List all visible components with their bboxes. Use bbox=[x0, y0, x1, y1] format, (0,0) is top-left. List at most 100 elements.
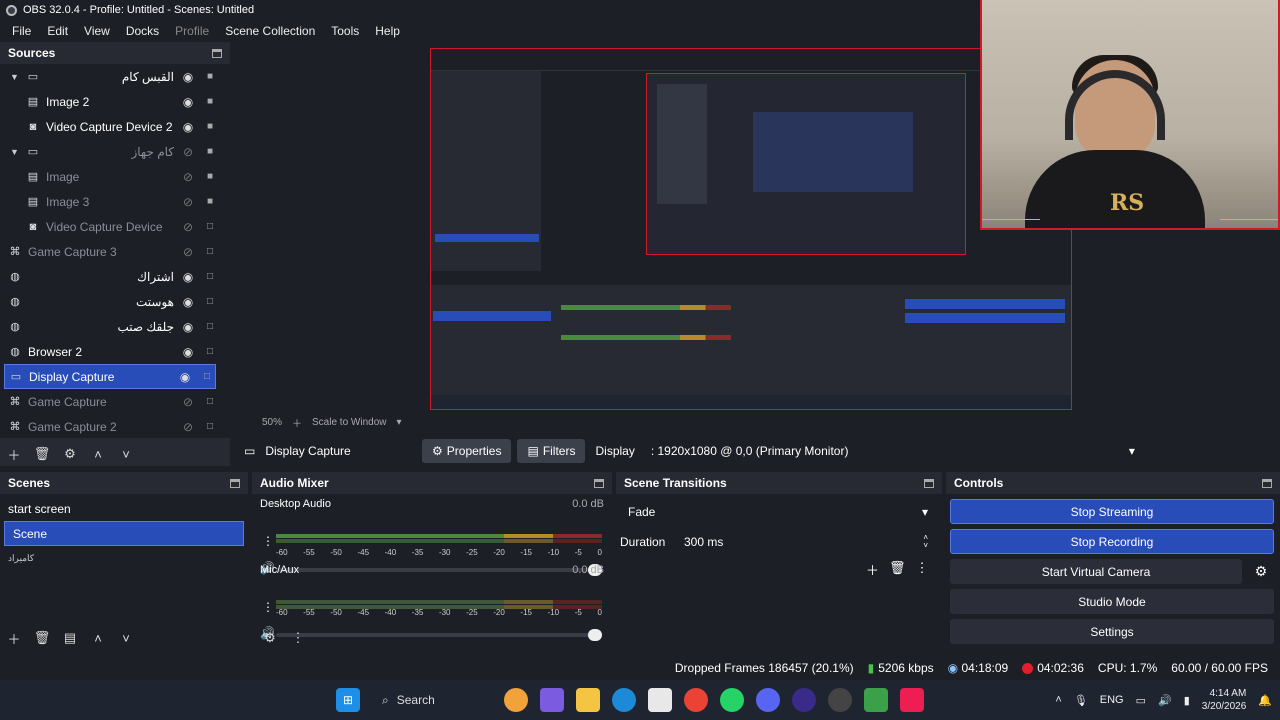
copilot-icon[interactable] bbox=[540, 688, 564, 712]
undock-icon[interactable] bbox=[230, 478, 240, 488]
source-item-image-3[interactable]: ▤ Image 3 ⊘ ■ bbox=[0, 189, 230, 214]
visibility-eye-icon[interactable]: ◉ bbox=[177, 370, 193, 384]
virtual-camera-gear-icon[interactable]: ⚙ bbox=[1248, 559, 1274, 584]
scene-item-scene[interactable]: Scene bbox=[4, 521, 244, 546]
hidden-eye-icon[interactable]: ⊘ bbox=[180, 170, 196, 184]
whatsapp-icon[interactable] bbox=[720, 688, 744, 712]
menu-scene-collection[interactable]: Scene Collection bbox=[217, 24, 323, 38]
lock-icon[interactable]: □ bbox=[202, 421, 218, 432]
hidden-eye-icon[interactable]: ⊘ bbox=[180, 395, 196, 409]
channel-menu-icon[interactable]: ⋮ bbox=[262, 534, 274, 548]
preview-canvas[interactable] bbox=[430, 48, 1072, 410]
hidden-eye-icon[interactable]: ⊘ bbox=[180, 245, 196, 259]
network-icon[interactable]: ▭ bbox=[1136, 694, 1146, 707]
lock-icon[interactable]: ■ bbox=[202, 146, 218, 157]
source-item-image[interactable]: ▤ Image ⊘ ■ bbox=[0, 164, 230, 189]
remove-scene-icon[interactable]: 🗑 bbox=[28, 630, 56, 646]
source-item-game-capture[interactable]: ⌘ Game Capture ⊘ □ bbox=[0, 389, 230, 414]
visibility-eye-icon[interactable]: ◉ bbox=[180, 345, 196, 359]
discord-icon[interactable] bbox=[756, 688, 780, 712]
chevron-down-icon[interactable]: ▾ bbox=[397, 417, 402, 428]
display-select[interactable]: : 1920x1080 @ 0,0 (Primary Monitor) ▾ bbox=[643, 439, 1143, 463]
green-app-icon[interactable] bbox=[864, 688, 888, 712]
obs-taskbar-icon[interactable] bbox=[828, 688, 852, 712]
visibility-eye-icon[interactable]: ◉ bbox=[180, 320, 196, 334]
hidden-eye-icon[interactable]: ⊘ bbox=[180, 195, 196, 209]
lock-icon[interactable]: ■ bbox=[202, 71, 218, 82]
collapse-caret-icon[interactable]: ▼ bbox=[10, 147, 20, 157]
duration-input[interactable]: 300 ms bbox=[680, 535, 923, 549]
advanced-audio-icon[interactable]: ⚙ bbox=[256, 630, 284, 646]
move-up-icon[interactable]: ˄ bbox=[84, 447, 112, 462]
menu-help[interactable]: Help bbox=[367, 24, 408, 38]
file-explorer-icon[interactable] bbox=[576, 688, 600, 712]
source-item-browser-follow[interactable]: ◍ جلقك صتب ◉ □ bbox=[0, 314, 230, 339]
undock-icon[interactable] bbox=[212, 48, 222, 58]
input-language[interactable]: ENG bbox=[1100, 694, 1124, 706]
scale-mode[interactable]: Scale to Window bbox=[312, 417, 386, 428]
microphone-icon[interactable]: 🎙 bbox=[1074, 694, 1088, 707]
mixer-menu-icon[interactable]: ⋮ bbox=[284, 630, 312, 646]
hidden-eye-icon[interactable]: ⊘ bbox=[180, 420, 196, 434]
edge-icon[interactable] bbox=[612, 688, 636, 712]
stop-recording-button[interactable]: Stop Recording bbox=[950, 529, 1274, 554]
add-scene-icon[interactable]: ＋ bbox=[0, 629, 28, 648]
move-down-icon[interactable]: ˅ bbox=[112, 447, 140, 462]
move-up-icon[interactable]: ˄ bbox=[84, 631, 112, 646]
lock-icon[interactable]: □ bbox=[202, 396, 218, 407]
undock-icon[interactable] bbox=[594, 478, 604, 488]
lock-icon[interactable]: ■ bbox=[202, 171, 218, 182]
visibility-eye-icon[interactable]: ◉ bbox=[180, 295, 196, 309]
source-item-display-capture[interactable]: ▭ Display Capture ◉ □ bbox=[4, 364, 216, 389]
volume-icon[interactable]: 🔊 bbox=[1158, 694, 1172, 707]
transition-menu-icon[interactable]: ⋮ bbox=[916, 560, 929, 579]
source-item-video-capture[interactable]: ◙ Video Capture Device ⊘ □ bbox=[0, 214, 230, 239]
source-properties-gear-icon[interactable]: ⚙ bbox=[56, 446, 84, 462]
lock-icon[interactable]: □ bbox=[202, 321, 218, 332]
taskbar-search[interactable]: ⌕ Search bbox=[372, 685, 492, 715]
store-icon[interactable] bbox=[648, 688, 672, 712]
stop-streaming-button[interactable]: Stop Streaming bbox=[950, 499, 1274, 524]
source-item-image-2[interactable]: ▤ Image 2 ◉ ■ bbox=[0, 89, 230, 114]
settings-button[interactable]: Settings bbox=[950, 619, 1274, 644]
channel-menu-icon[interactable]: ⋮ bbox=[262, 600, 274, 614]
menu-tools[interactable]: Tools bbox=[323, 24, 367, 38]
source-item-folder-2[interactable]: ▼ ▭ كام جهاز ⊘ ■ bbox=[0, 139, 230, 164]
lock-icon[interactable]: ■ bbox=[202, 196, 218, 207]
taskbar-clock[interactable]: 4:14 AM 3/20/2026 bbox=[1202, 687, 1247, 713]
lock-icon[interactable]: □ bbox=[202, 346, 218, 357]
volume-knob[interactable] bbox=[588, 629, 602, 641]
visibility-eye-icon[interactable]: ◉ bbox=[180, 120, 196, 134]
filters-button[interactable]: ▤ Filters bbox=[517, 439, 586, 463]
add-transition-icon[interactable]: ＋ bbox=[866, 560, 879, 579]
source-item-folder-1[interactable]: ▼ ▭ القبس كام ◉ ■ bbox=[0, 64, 230, 89]
lock-icon[interactable]: □ bbox=[202, 296, 218, 307]
scene-item-start-screen[interactable]: start screen bbox=[0, 496, 248, 521]
undock-icon[interactable] bbox=[1262, 478, 1272, 488]
menu-view[interactable]: View bbox=[76, 24, 118, 38]
volume-slider[interactable] bbox=[276, 629, 602, 641]
source-item-browser-host[interactable]: ◍ هوستت ◉ □ bbox=[0, 289, 230, 314]
zoom-level[interactable]: 50% bbox=[262, 417, 282, 428]
undock-icon[interactable] bbox=[924, 478, 934, 488]
widgets-icon[interactable] bbox=[504, 688, 528, 712]
lock-icon[interactable]: □ bbox=[202, 221, 218, 232]
lock-icon[interactable]: ■ bbox=[202, 121, 218, 132]
notification-bell-icon[interactable]: 🔔 bbox=[1258, 694, 1272, 707]
move-down-icon[interactable]: ˅ bbox=[112, 631, 140, 646]
visibility-eye-icon[interactable]: ◉ bbox=[180, 70, 196, 84]
scene-filters-icon[interactable]: ▤ bbox=[56, 630, 84, 646]
lock-icon[interactable]: □ bbox=[202, 246, 218, 257]
hidden-eye-icon[interactable]: ⊘ bbox=[180, 145, 196, 159]
tiktok-icon[interactable] bbox=[900, 688, 924, 712]
menu-file[interactable]: File bbox=[4, 24, 39, 38]
tray-chevron-up-icon[interactable]: ˄ bbox=[1055, 694, 1061, 706]
source-item-game-capture-3[interactable]: ⌘ Game Capture 3 ⊘ □ bbox=[0, 239, 230, 264]
scene-item-camera[interactable]: كاميراد bbox=[0, 546, 248, 571]
zoom-in-icon[interactable]: ＋ bbox=[292, 415, 302, 430]
app-circle-icon[interactable] bbox=[792, 688, 816, 712]
battery-icon[interactable]: ▮ bbox=[1184, 694, 1190, 707]
studio-mode-button[interactable]: Studio Mode bbox=[950, 589, 1274, 614]
source-item-video-capture-2[interactable]: ◙ Video Capture Device 2 ◉ ■ bbox=[0, 114, 230, 139]
visibility-eye-icon[interactable]: ◉ bbox=[180, 270, 196, 284]
